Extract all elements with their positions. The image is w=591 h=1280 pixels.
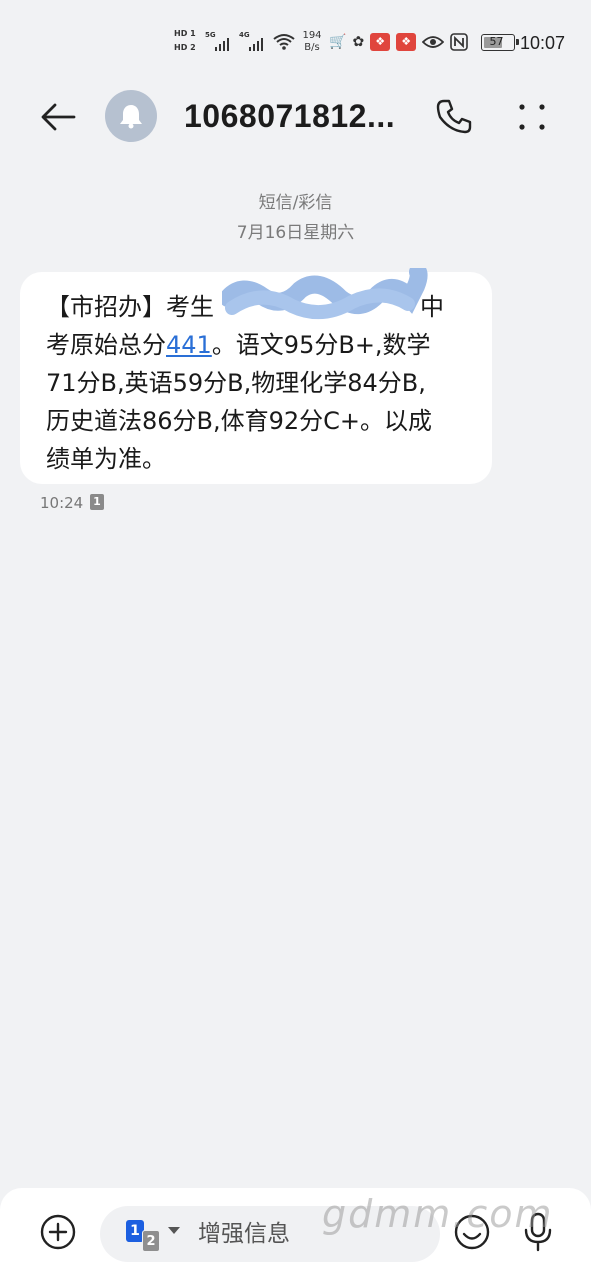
network-speed: 194 B/s — [302, 30, 322, 53]
sim-selector[interactable]: 1 2 — [126, 1218, 182, 1252]
sim-badge: 1 — [90, 494, 104, 510]
back-arrow-icon — [41, 103, 76, 131]
status-bar: HD 1 HD 2 5G 4G 194 B/s 🛒 ✿ ❖ ❖ 57 10:07 — [0, 0, 591, 80]
signal-icon: 5G — [205, 31, 233, 53]
hd2-label: HD 2 — [174, 43, 196, 52]
watermark: gdmm.com — [322, 1192, 554, 1236]
cart-icon: 🛒 — [329, 34, 347, 50]
message-line-3: 71分B,英语59分B,物理化学84分B, — [46, 369, 426, 397]
sim2-badge: 2 — [142, 1230, 160, 1252]
conversation-header: 1068071812... — [0, 80, 591, 160]
chevron-down-icon — [168, 1227, 180, 1234]
nfc-icon — [450, 33, 468, 51]
message-type-label: 短信/彩信 — [258, 193, 333, 213]
message-line-2: 考原始总分441。语文95分B+,数学 — [46, 331, 431, 359]
add-button[interactable] — [38, 1212, 78, 1252]
hd-icon: HD 1 HD 2 — [174, 27, 202, 57]
redaction-scribble — [222, 268, 428, 320]
phone-icon — [436, 99, 472, 134]
back-button[interactable] — [36, 95, 80, 139]
add-icon — [40, 1214, 76, 1250]
notification-icon: ✿ — [352, 34, 365, 50]
more-vertical-icon — [519, 104, 545, 130]
battery-icon: 57 — [481, 34, 519, 51]
message-line-4: 历史道法86分B,体育92分C+。以成 — [46, 407, 433, 435]
message-placeholder: 增强信息 — [198, 1221, 290, 1247]
signal-icon-2: 4G — [239, 31, 267, 53]
status-icons: 5G 4G 194 B/s 🛒 ✿ ❖ ❖ — [205, 30, 468, 54]
eye-icon — [422, 36, 445, 48]
contact-name[interactable]: 1068071812... — [184, 98, 419, 135]
bell-avatar-icon — [120, 105, 142, 129]
clock: 10:07 — [520, 33, 566, 53]
wifi-icon — [273, 34, 295, 50]
hd1-label: HD 1 — [174, 29, 196, 38]
app-icon-2: ❖ — [396, 33, 417, 51]
avatar[interactable] — [105, 90, 157, 142]
date-label: 7月16日星期六 — [236, 223, 355, 243]
call-button[interactable] — [432, 95, 476, 139]
score-link[interactable]: 441 — [166, 331, 212, 359]
more-button[interactable] — [510, 95, 554, 139]
app-icon: ❖ — [370, 33, 391, 51]
message-time: 10:24 — [40, 494, 84, 512]
message-line-5: 绩单为准。 — [46, 445, 166, 473]
